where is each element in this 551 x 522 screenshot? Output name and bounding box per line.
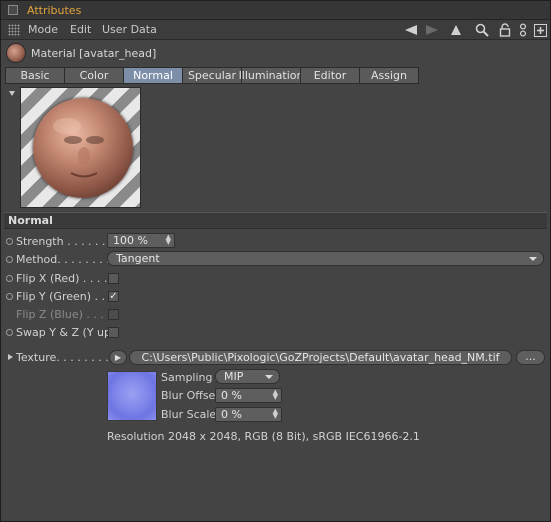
arrow-left-icon[interactable] <box>403 22 419 38</box>
lock-icon[interactable] <box>497 22 513 38</box>
menu-mode[interactable]: Mode <box>28 23 58 36</box>
checkmark-icon: ✓ <box>109 291 118 302</box>
expand-arrow-icon[interactable] <box>8 354 13 360</box>
flip-x-checkbox[interactable] <box>108 273 119 284</box>
animate-dot-icon[interactable] <box>6 275 13 282</box>
method-label: Method. . . . . . . . . <box>16 253 117 266</box>
param-flip-z: Flip Z (Blue) . . . . . <box>1 306 550 324</box>
blur-scale-value: 0 % <box>221 408 242 421</box>
tab-editor[interactable]: Editor <box>300 67 360 84</box>
nodes-icon[interactable] <box>515 22 531 38</box>
tab-bar: Basic Color Normal Specular Illumination… <box>5 67 419 84</box>
spinner-arrows-icon[interactable]: ▲ ▼ <box>166 234 171 246</box>
tab-basic[interactable]: Basic <box>5 67 65 84</box>
tab-illumination[interactable]: Illumination <box>239 67 303 84</box>
swap-yz-checkbox[interactable] <box>108 327 119 338</box>
param-texture: Texture. . . . . . . . . ▶ C:\Users\Publ… <box>1 349 550 367</box>
sampling-label: Sampling <box>161 371 213 384</box>
blur-scale-field[interactable]: 0 % ▲ ▼ <box>215 407 282 422</box>
add-panel-icon[interactable] <box>532 22 548 38</box>
material-preview <box>20 87 141 208</box>
animate-dot-icon[interactable] <box>6 329 13 336</box>
param-flip-y: Flip Y (Green) . . . . ✓ <box>1 288 550 306</box>
sampling-dropdown[interactable]: MIP <box>215 369 280 384</box>
tab-assign[interactable]: Assign <box>359 67 419 84</box>
texture-path: C:\Users\Public\Pixologic\GoZProjects\De… <box>141 351 500 364</box>
param-flip-x: Flip X (Red) . . . . . <box>1 270 550 288</box>
strength-label: Strength . . . . . . . . <box>16 235 120 248</box>
blur-offset-field[interactable]: 0 % ▲ ▼ <box>215 388 282 403</box>
flip-x-label: Flip X (Red) . . . . . <box>16 272 115 285</box>
texture-thumbnail <box>107 371 157 421</box>
param-swap-yz: Swap Y & Z (Y up) <box>1 324 550 342</box>
flip-y-label: Flip Y (Green) . . . . <box>16 290 120 303</box>
preview-collapse-icon[interactable] <box>9 91 15 96</box>
param-strength: Strength . . . . . . . . 100 % ▲ ▼ <box>1 233 550 251</box>
material-header: Material [avatar_head] <box>1 41 550 65</box>
chevron-down-icon <box>529 257 537 261</box>
menu-edit[interactable]: Edit <box>70 23 91 36</box>
material-thumbnail <box>6 43 26 63</box>
section-header-normal: Normal <box>4 212 547 229</box>
preview-sphere <box>33 98 133 198</box>
menu-bar: Mode Edit User Data <box>1 20 550 40</box>
texture-path-field[interactable]: C:\Users\Public\Pixologic\GoZProjects\De… <box>129 350 512 365</box>
material-name: Material [avatar_head] <box>31 47 157 60</box>
arrow-right-icon[interactable] <box>424 22 440 38</box>
spinner-arrows-icon[interactable]: ▲ ▼ <box>273 389 278 401</box>
strength-field[interactable]: 100 % ▲ ▼ <box>107 233 175 248</box>
search-icon[interactable] <box>474 22 490 38</box>
flip-y-checkbox[interactable]: ✓ <box>108 291 119 302</box>
method-dropdown[interactable]: Tangent <box>107 251 544 266</box>
title-bar: Attributes <box>1 1 550 20</box>
animate-dot-icon[interactable] <box>6 238 13 245</box>
grip-icon[interactable] <box>8 24 20 36</box>
flip-z-checkbox <box>108 309 119 320</box>
tab-color[interactable]: Color <box>64 67 124 84</box>
tab-specular[interactable]: Specular <box>182 67 242 84</box>
blur-offset-label: Blur Offset <box>161 389 220 402</box>
strength-value: 100 % <box>113 234 148 247</box>
menu-user-data[interactable]: User Data <box>102 23 157 36</box>
param-method: Method. . . . . . . . . Tangent <box>1 251 550 269</box>
tab-normal[interactable]: Normal <box>123 67 183 84</box>
sampling-value: MIP <box>224 370 244 383</box>
arrow-up-icon[interactable] <box>448 22 464 38</box>
blur-scale-label: Blur Scale <box>161 408 217 421</box>
method-value: Tangent <box>116 252 160 265</box>
flip-z-label: Flip Z (Blue) . . . . . <box>16 308 118 321</box>
blur-offset-value: 0 % <box>221 389 242 402</box>
animate-dot-icon[interactable] <box>6 256 13 263</box>
texture-menu-button[interactable]: ▶ <box>109 350 127 365</box>
browse-button[interactable]: ... <box>516 350 545 365</box>
spinner-arrows-icon[interactable]: ▲ ▼ <box>273 408 278 420</box>
texture-label: Texture. . . . . . . . . <box>16 351 116 364</box>
texture-resolution: Resolution 2048 x 2048, RGB (8 Bit), sRG… <box>107 430 420 443</box>
attributes-panel: Attributes Mode Edit User Data Material … <box>0 0 551 522</box>
animate-dot-icon[interactable] <box>6 293 13 300</box>
panel-menu-icon[interactable] <box>8 5 18 15</box>
section-title: Normal <box>8 214 53 227</box>
swap-yz-label: Swap Y & Z (Y up) <box>16 326 116 339</box>
chevron-down-icon <box>265 375 273 379</box>
window-title: Attributes <box>27 4 82 17</box>
